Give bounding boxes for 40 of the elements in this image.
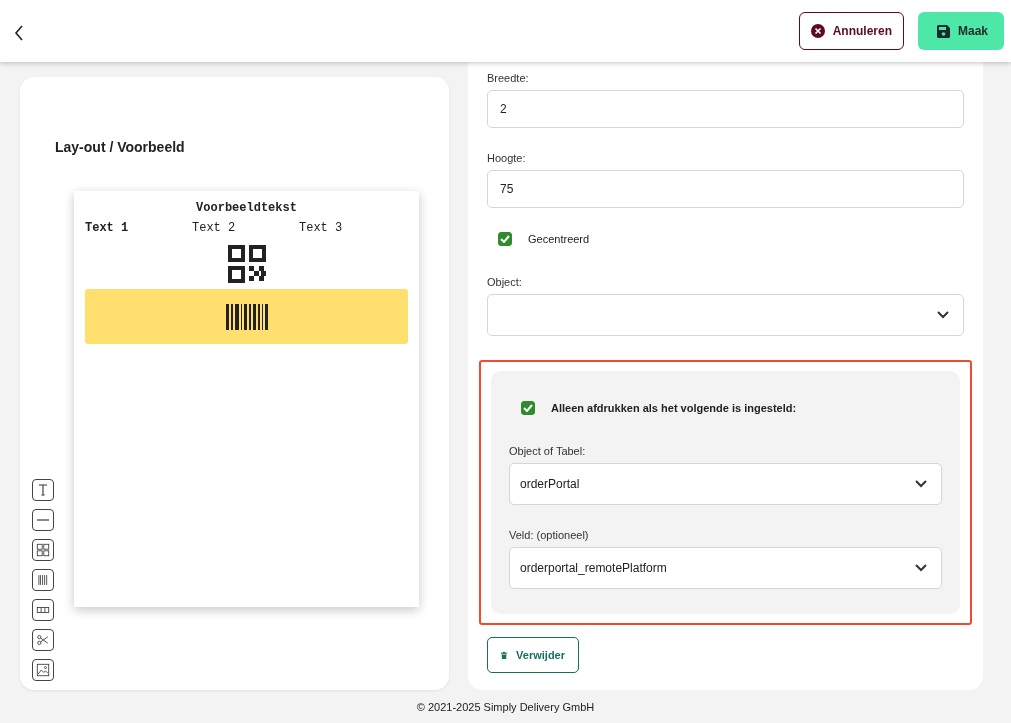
close-icon: [810, 24, 825, 38]
qr-code-tool-button[interactable]: [32, 539, 54, 561]
back-button[interactable]: [12, 23, 26, 43]
field-label: Breedte:: [487, 72, 530, 84]
cancel-button[interactable]: Annuleren: [798, 12, 904, 50]
label-text: Text 3: [299, 221, 344, 235]
text-tool-button[interactable]: [32, 479, 54, 501]
qr-code-tool-icon: [34, 541, 52, 559]
label-heading: Voorbeeldtekst: [195, 201, 298, 215]
chevron-down-icon: [915, 480, 927, 488]
checkbox-label: Gecentreerd: [528, 233, 590, 245]
input-field[interactable]: 75: [487, 170, 964, 208]
qr-code-icon: [227, 245, 266, 283]
line-tool-icon: [37, 519, 49, 521]
field-label: Object:: [487, 276, 523, 288]
field-label: Object of Tabel:: [509, 445, 587, 457]
chevron-down-icon: [937, 311, 949, 319]
preview-title: Lay-out / Voorbeeld: [55, 139, 186, 155]
barcode-icon: [225, 303, 268, 330]
input-field[interactable]: 2: [487, 90, 964, 128]
checkbox-label: Alleen afdrukken als het volgende is ingesteld:: [551, 402, 797, 414]
save-button[interactable]: Maak: [918, 12, 1004, 50]
label-text: Text 1: [85, 221, 130, 235]
checkbox[interactable]: [498, 232, 512, 246]
delete-button[interactable]: Verwijder: [487, 637, 579, 673]
save-icon: [937, 24, 950, 38]
checkbox[interactable]: [521, 401, 535, 415]
label-text: Text 2: [192, 221, 237, 235]
barcode-tool-button[interactable]: [32, 569, 54, 591]
image-tool-icon: [34, 661, 52, 679]
dropdown[interactable]: orderportal_remotePlatform: [509, 547, 942, 589]
image-tool-button[interactable]: [32, 659, 54, 681]
dropdown[interactable]: orderPortal: [509, 463, 942, 505]
field-label: Hoogte:: [487, 152, 527, 164]
chevron-down-icon: [915, 564, 927, 572]
scissors-button[interactable]: [32, 629, 54, 651]
copyright-text: © 2021-2025 Simply Delivery GmbH: [415, 699, 596, 715]
line-tool-button[interactable]: [32, 509, 54, 531]
table-tool-button[interactable]: [32, 599, 54, 621]
field-label: Veld: (optioneel): [509, 529, 590, 541]
